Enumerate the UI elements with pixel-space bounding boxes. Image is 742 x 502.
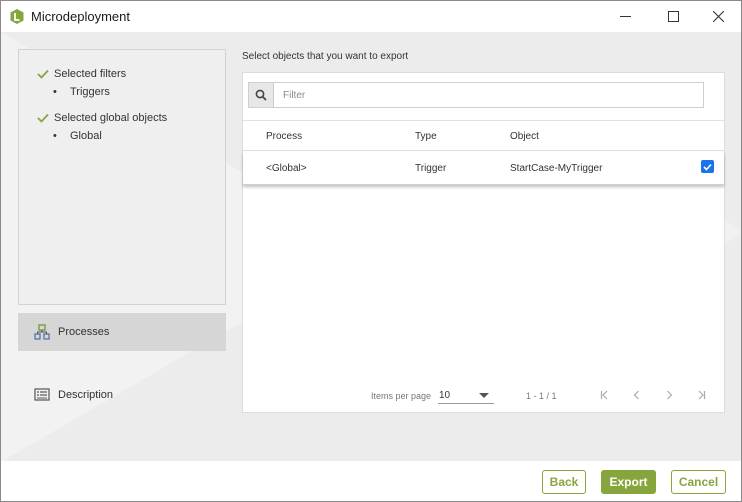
app-logo-icon (10, 9, 24, 24)
previous-page-button[interactable] (630, 388, 644, 402)
chevron-right-icon (667, 390, 673, 400)
nav-item-description[interactable]: Description (18, 376, 226, 414)
table-row[interactable]: <Global> Trigger StartCase-MyTrigger (243, 152, 724, 185)
table-header: Process Type Object (243, 120, 724, 151)
cell-process: <Global> (266, 163, 307, 174)
minimize-icon (619, 16, 631, 17)
caret-down-icon (479, 393, 489, 398)
items-per-page-select[interactable]: 10 (438, 388, 494, 404)
last-page-button[interactable] (694, 388, 708, 402)
close-icon (712, 11, 724, 22)
dialog-window: Microdeployment Selected filters Trigger… (0, 0, 742, 502)
cancel-button[interactable]: Cancel (671, 470, 726, 494)
maximize-icon (667, 11, 679, 22)
summary-subitem: Triggers (53, 86, 110, 98)
last-page-icon (698, 390, 706, 400)
items-per-page-label: Items per page (371, 391, 432, 401)
section-heading: Select objects that you want to export (242, 51, 409, 62)
summary-item-global-objects: Selected global objects (37, 112, 167, 124)
cell-type: Trigger (415, 163, 447, 174)
dialog-footer: Back Export Cancel (1, 461, 741, 501)
window-title: Microdeployment (31, 9, 130, 24)
search-icon (255, 89, 267, 101)
nav-item-processes[interactable]: Processes (18, 313, 226, 351)
next-page-button[interactable] (662, 388, 676, 402)
first-page-icon (600, 390, 608, 400)
search-button[interactable] (248, 82, 274, 108)
minimize-button[interactable] (602, 1, 648, 32)
column-header-type[interactable]: Type (415, 131, 437, 142)
processes-icon (34, 324, 50, 340)
row-checkbox[interactable] (701, 160, 714, 173)
objects-panel: Process Type Object <Global> Trigger Sta… (242, 72, 725, 413)
dialog-content: Selected filters Triggers Selected globa… (1, 32, 741, 461)
summary-item-filters: Selected filters (37, 68, 126, 80)
pagination-range: 1 - 1 / 1 (526, 391, 557, 401)
close-button[interactable] (695, 1, 741, 32)
summary-subitem: Global (53, 130, 102, 142)
summary-item-label: Selected filters (54, 68, 127, 80)
nav-item-label: Processes (58, 326, 110, 338)
description-icon (34, 388, 50, 401)
check-icon (37, 69, 49, 79)
summary-item-label: Selected global objects (54, 112, 168, 124)
pagination-bar: Items per page 10 1 - 1 / 1 (243, 379, 724, 413)
export-button[interactable]: Export (601, 470, 656, 494)
chevron-left-icon (633, 390, 639, 400)
maximize-button[interactable] (650, 1, 696, 32)
selection-summary: Selected filters Triggers Selected globa… (18, 49, 226, 305)
items-per-page-value: 10 (439, 390, 451, 401)
column-header-process[interactable]: Process (266, 131, 302, 142)
column-header-object[interactable]: Object (510, 131, 539, 142)
cell-object: StartCase-MyTrigger (510, 163, 603, 174)
check-icon (37, 113, 49, 123)
back-button[interactable]: Back (542, 470, 586, 494)
checkmark-icon (703, 163, 712, 171)
nav-item-label: Description (58, 389, 114, 401)
filter-input[interactable] (273, 82, 704, 108)
first-page-button[interactable] (598, 388, 612, 402)
title-bar: Microdeployment (1, 1, 741, 32)
